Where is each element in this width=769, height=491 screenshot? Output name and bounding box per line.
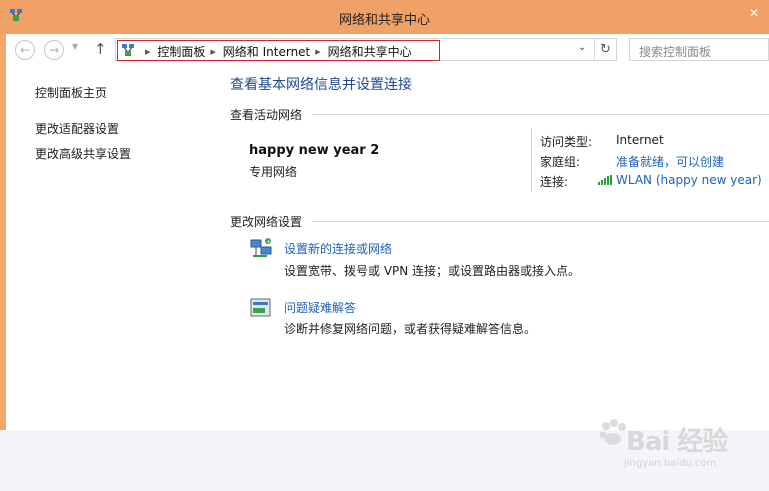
homegroup-link[interactable]: 准备就绪，可以创建 [616, 153, 724, 170]
section-divider [312, 221, 769, 222]
breadcrumb-network-sharing-center[interactable]: 网络和共享中心 [328, 45, 412, 59]
main-content: 查看基本网络信息并设置连接 查看活动网络 happy new year 2 专用… [218, 65, 769, 430]
active-networks-label: 查看活动网络 [230, 108, 303, 122]
wlan-connection-name: WLAN (happy new year) [616, 173, 762, 187]
window-frame: 网络和共享中心 ✕ ← → ▼ ↑ ▶ 控制面板 ▶ 网络和 Internet ▶ 网络和… [0, 0, 769, 430]
watermark-url: jingyan.baidu.com [624, 458, 717, 469]
connection-label: 连接: [540, 175, 569, 189]
back-arrow-icon[interactable]: ← [15, 40, 35, 60]
svg-text:+: + [266, 238, 271, 245]
page-title: 查看基本网络信息并设置连接 [230, 77, 412, 93]
forward-arrow-icon[interactable]: → [44, 40, 64, 60]
sidebar-item-change-advanced-sharing[interactable]: 更改高级共享设置 [35, 145, 131, 162]
navigation-bar: ← → ▼ ↑ ▶ 控制面板 ▶ 网络和 Internet ▶ 网络和共享中心 ⌄ ↻ [6, 34, 769, 65]
up-arrow-icon[interactable]: ↑ [94, 40, 107, 58]
network-type: 专用网络 [249, 165, 298, 179]
address-bar[interactable]: ▶ 控制面板 ▶ 网络和 Internet ▶ 网络和共享中心 ⌄ ↻ [115, 38, 617, 61]
recent-pages-dropdown-icon[interactable]: ▼ [72, 42, 78, 51]
breadcrumb-separator-icon[interactable]: ▶ [210, 48, 215, 56]
homegroup-label: 家庭组: [540, 155, 581, 169]
setup-new-connection-link[interactable]: 设置新的连接或网络 [284, 240, 392, 257]
search-input[interactable]: 搜索控制面板 [629, 38, 769, 61]
window-title: 网络和共享中心 [338, 13, 430, 28]
sidebar: 控制面板主页 更改适配器设置 更改高级共享设置 [6, 65, 218, 430]
window-client: ← → ▼ ↑ ▶ 控制面板 ▶ 网络和 Internet ▶ 网络和共享中心 ⌄ ↻ [6, 34, 769, 430]
change-settings-label: 更改网络设置 [230, 215, 303, 229]
search-placeholder: 搜索控制面板 [639, 45, 712, 59]
breadcrumb-separator-icon[interactable]: ▶ [145, 48, 150, 56]
breadcrumb-network-internet[interactable]: 网络和 Internet [223, 45, 310, 59]
refresh-icon[interactable]: ↻ [594, 39, 616, 60]
section-divider [312, 114, 769, 115]
address-history-dropdown-icon[interactable]: ⌄ [578, 42, 586, 53]
access-type-value: Internet [616, 133, 664, 147]
wlan-connection-link[interactable]: WLAN (happy new year) [598, 173, 762, 187]
watermark-brand: Bai 经验 [626, 427, 728, 457]
sidebar-item-change-adapter-settings[interactable]: 更改适配器设置 [35, 120, 119, 137]
paw-logo-icon [599, 419, 626, 445]
title-bar[interactable]: 网络和共享中心 ✕ [0, 0, 769, 34]
network-info-divider [531, 128, 532, 192]
network-name: happy new year 2 [249, 143, 380, 158]
troubleshoot-link[interactable]: 问题疑难解答 [284, 299, 356, 316]
troubleshoot-icon [250, 298, 271, 317]
sidebar-item-control-panel-home[interactable]: 控制面板主页 [35, 84, 107, 101]
window-control-icon[interactable]: ✕ [747, 6, 761, 20]
watermark: Bai 经验 jingyan.baidu.com [590, 410, 760, 480]
troubleshoot-description: 诊断并修复网络问题，或者获得疑难解答信息。 [284, 322, 537, 336]
access-type-label: 访问类型: [540, 135, 593, 149]
control-panel-icon [122, 44, 134, 56]
breadcrumb-control-panel[interactable]: 控制面板 [157, 45, 205, 59]
new-connection-icon: + [250, 238, 272, 257]
breadcrumb: ▶ 控制面板 ▶ 网络和 Internet ▶ 网络和共享中心 [140, 43, 412, 60]
wifi-signal-icon [598, 175, 612, 185]
breadcrumb-separator-icon[interactable]: ▶ [315, 48, 320, 56]
setup-new-connection-description: 设置宽带、拨号或 VPN 连接；或设置路由器或接入点。 [284, 264, 581, 278]
